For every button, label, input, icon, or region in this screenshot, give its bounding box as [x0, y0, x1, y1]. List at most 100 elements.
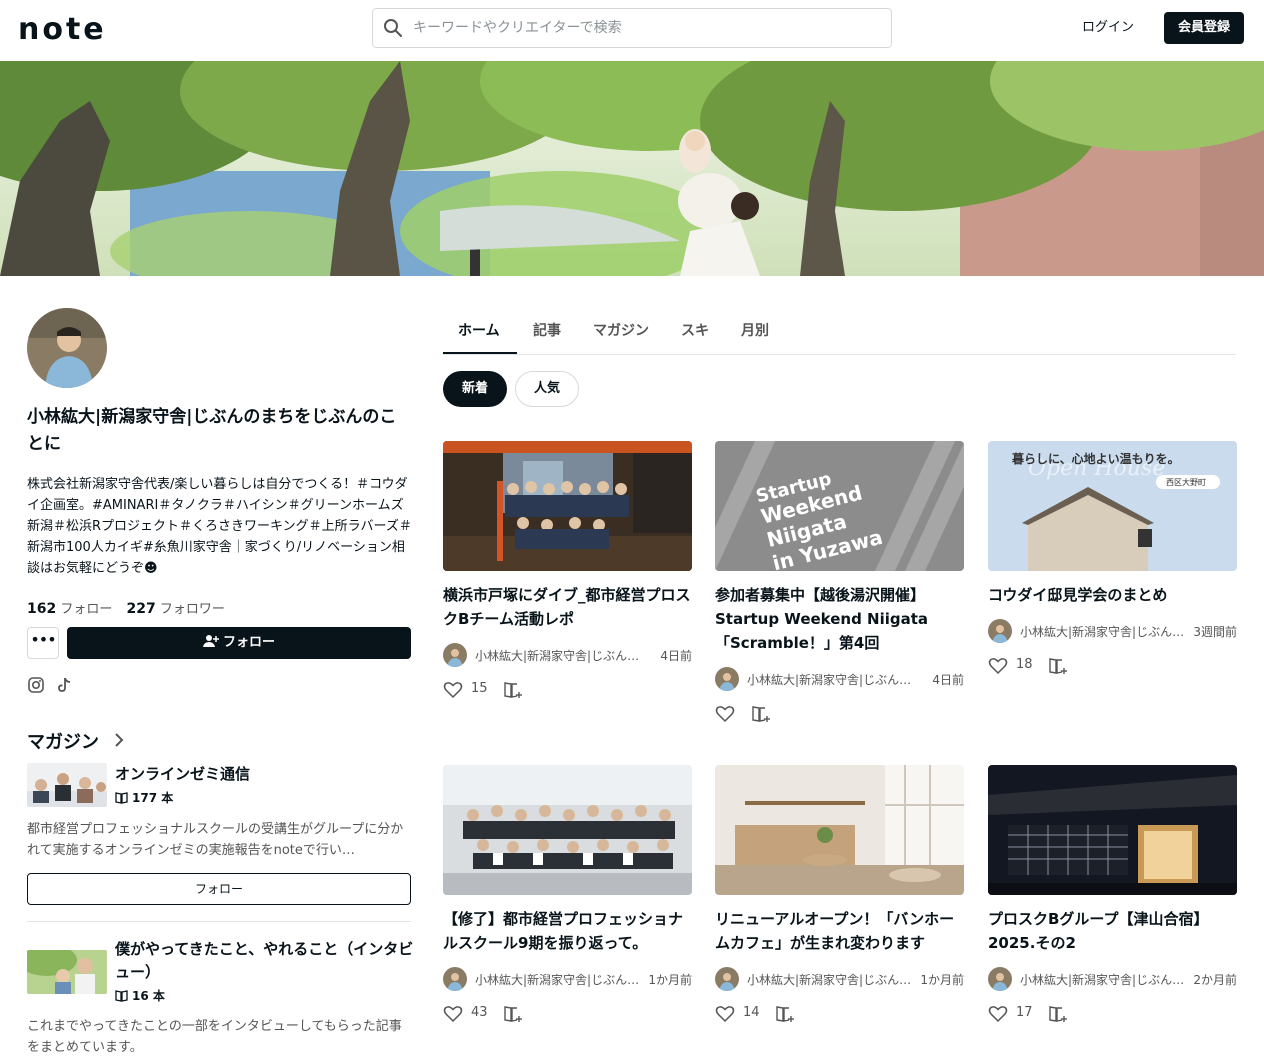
article-meta: 小林紘大|新潟家守舎|じぶん… 1か月前: [443, 967, 692, 991]
heart-icon[interactable]: [988, 657, 1008, 675]
magazine-description: 都市経営プロフェッショナルスクールの受講生がグループに分かれて実施するオンライン…: [27, 822, 404, 858]
search-box[interactable]: [372, 8, 892, 48]
article-time: 3週間前: [1193, 625, 1237, 639]
article-title[interactable]: 参加者募集中【越後湯沢開催】Startup Weekend Niigata「Sc…: [715, 583, 964, 655]
divider: [27, 921, 411, 922]
book-icon: [115, 792, 128, 804]
add-to-magazine-icon[interactable]: [503, 1005, 523, 1023]
article-card[interactable]: Startup Weekend Niigata in Yuzawa 参加者募集中…: [715, 441, 964, 725]
article-meta: 小林紘大|新潟家守舎|じぶん… 1か月前: [715, 967, 964, 991]
login-button[interactable]: ログイン: [1068, 12, 1148, 44]
magazine-thumbnail[interactable]: [27, 950, 107, 994]
article-title[interactable]: 【修了】都市経営プロフェッショナルスクール9期を振り返って。: [443, 907, 692, 955]
article-actions: 43: [443, 1003, 692, 1025]
note-logo[interactable]: note: [18, 12, 107, 47]
article-thumbnail[interactable]: Startup Weekend Niigata in Yuzawa: [715, 441, 964, 571]
article-title[interactable]: リニューアルオープン！「バンホームカフェ」が生まれ変わります: [715, 907, 964, 955]
like-count: 17: [1016, 1005, 1033, 1020]
tab-articles[interactable]: 記事: [533, 320, 561, 340]
search-input[interactable]: [413, 9, 883, 47]
article-thumbnail[interactable]: [443, 441, 692, 571]
follow-count[interactable]: 162: [27, 601, 56, 617]
follow-button-label: フォロー: [222, 635, 275, 650]
author-name[interactable]: 小林紘大|新潟家守舎|じぶん…: [475, 971, 640, 988]
magazine-follow-button[interactable]: フォロー: [27, 873, 411, 905]
article-card[interactable]: 【修了】都市経営プロフェッショナルスクール9期を振り返って。 小林紘大|新潟家守…: [443, 765, 692, 1025]
profile-stats: 162 フォロー 227 フォロワー: [27, 598, 235, 617]
author-name[interactable]: 小林紘大|新潟家守舎|じぶん…: [1020, 623, 1185, 640]
author-avatar[interactable]: [715, 967, 739, 991]
like-count: 43: [471, 1005, 488, 1020]
author-avatar[interactable]: [988, 967, 1012, 991]
article-time: 1か月前: [648, 973, 692, 987]
heart-icon[interactable]: [988, 1005, 1008, 1023]
magazine-title[interactable]: 僕がやってきたこと、やれること（インタビュー）: [115, 938, 415, 984]
add-to-magazine-icon[interactable]: [503, 681, 523, 699]
author-name[interactable]: 小林紘大|新潟家守舎|じぶんの…: [747, 671, 912, 688]
filter-popular[interactable]: 人気: [515, 371, 579, 407]
site-header: note ログイン 会員登録: [0, 0, 1264, 58]
tiktok-icon[interactable]: [55, 676, 73, 694]
author-name[interactable]: 小林紘大|新潟家守舎|じぶん…: [1020, 971, 1185, 988]
article-title[interactable]: コウダイ邸見学会のまとめ: [988, 583, 1237, 607]
article-title[interactable]: 横浜市戸塚にダイブ_都市経営プロスクBチーム活動レポ: [443, 583, 692, 631]
article-thumbnail[interactable]: [443, 765, 692, 895]
like-count: 14: [743, 1005, 760, 1020]
profile-bio: 株式会社新潟家守舎代表/楽しい暮らしは自分でつくる！＃コウダイ企画室。#AMIN…: [27, 477, 412, 576]
heart-icon[interactable]: [443, 681, 463, 699]
add-to-magazine-icon[interactable]: [1048, 657, 1068, 675]
search-icon: [384, 19, 402, 37]
heart-icon[interactable]: [443, 1005, 463, 1023]
profile-avatar[interactable]: [27, 308, 107, 388]
author-avatar[interactable]: [715, 667, 739, 691]
tab-home[interactable]: ホーム: [458, 320, 500, 340]
article-time: 1か月前: [920, 973, 964, 987]
magazines-heading[interactable]: マガジン: [27, 728, 99, 754]
article-card[interactable]: Open House 暮らしに、心地よい温もりを。 西区大野町 コウダイ邸見学会…: [988, 441, 1237, 677]
article-card[interactable]: リニューアルオープン！「バンホームカフェ」が生まれ変わります 小林紘大|新潟家守…: [715, 765, 964, 1025]
heart-icon[interactable]: [715, 1005, 735, 1023]
author-avatar[interactable]: [443, 643, 467, 667]
article-card[interactable]: 横浜市戸塚にダイブ_都市経営プロスクBチーム活動レポ 小林紘大|新潟家守舎|じぶ…: [443, 441, 692, 701]
magazine-title[interactable]: オンラインゼミ通信: [115, 763, 415, 786]
tabs-divider: [443, 354, 1236, 355]
article-thumbnail[interactable]: [715, 765, 964, 895]
article-actions: [715, 703, 964, 725]
more-options-button[interactable]: •••: [27, 627, 59, 659]
add-to-magazine-icon[interactable]: [751, 705, 771, 723]
article-thumbnail[interactable]: Open House 暮らしに、心地よい温もりを。 西区大野町: [988, 441, 1237, 571]
magazine-thumbnail[interactable]: [27, 763, 107, 807]
add-to-magazine-icon[interactable]: [775, 1005, 795, 1023]
article-title[interactable]: プロスクBグループ【津山合宿】2025.その2: [988, 907, 1237, 955]
follower-label[interactable]: フォロワー: [160, 602, 225, 617]
article-meta: 小林紘大|新潟家守舎|じぶんの… 4日前: [715, 667, 964, 691]
article-actions: 15: [443, 679, 692, 701]
article-card[interactable]: プロスクBグループ【津山合宿】2025.その2 小林紘大|新潟家守舎|じぶん… …: [988, 765, 1237, 1025]
magazine-description: これまでやってきたことの一部をインタビューしてもらった記事をまとめています。: [27, 1019, 402, 1055]
tab-likes[interactable]: スキ: [681, 320, 709, 340]
follow-label[interactable]: フォロー: [60, 602, 112, 617]
tab-monthly[interactable]: 月別: [741, 320, 769, 340]
like-count: 15: [471, 681, 488, 696]
author-avatar[interactable]: [443, 967, 467, 991]
heart-icon[interactable]: [715, 705, 735, 723]
article-actions: 17: [988, 1003, 1237, 1025]
add-to-magazine-icon[interactable]: [1048, 1005, 1068, 1023]
follower-count[interactable]: 227: [127, 601, 156, 617]
chevron-right-icon[interactable]: [112, 731, 126, 749]
instagram-icon[interactable]: [27, 676, 45, 694]
tab-magazines[interactable]: マガジン: [593, 320, 649, 340]
article-meta: 小林紘大|新潟家守舎|じぶんの… 4日前: [443, 643, 692, 667]
follow-button[interactable]: フォロー: [67, 627, 411, 659]
article-thumbnail[interactable]: [988, 765, 1237, 895]
author-name[interactable]: 小林紘大|新潟家守舎|じぶんの…: [475, 647, 640, 664]
signup-button[interactable]: 会員登録: [1164, 12, 1244, 44]
filter-newest[interactable]: 新着: [443, 371, 507, 407]
author-avatar[interactable]: [988, 619, 1012, 643]
house-caption: 暮らしに、心地よい温もりを。: [1011, 451, 1180, 466]
author-name[interactable]: 小林紘大|新潟家守舎|じぶん…: [747, 971, 912, 988]
article-actions: 18: [988, 655, 1237, 677]
magazine-article-count: 16 本: [115, 987, 165, 1004]
article-time: 4日前: [932, 673, 964, 687]
add-user-icon: [202, 635, 219, 647]
